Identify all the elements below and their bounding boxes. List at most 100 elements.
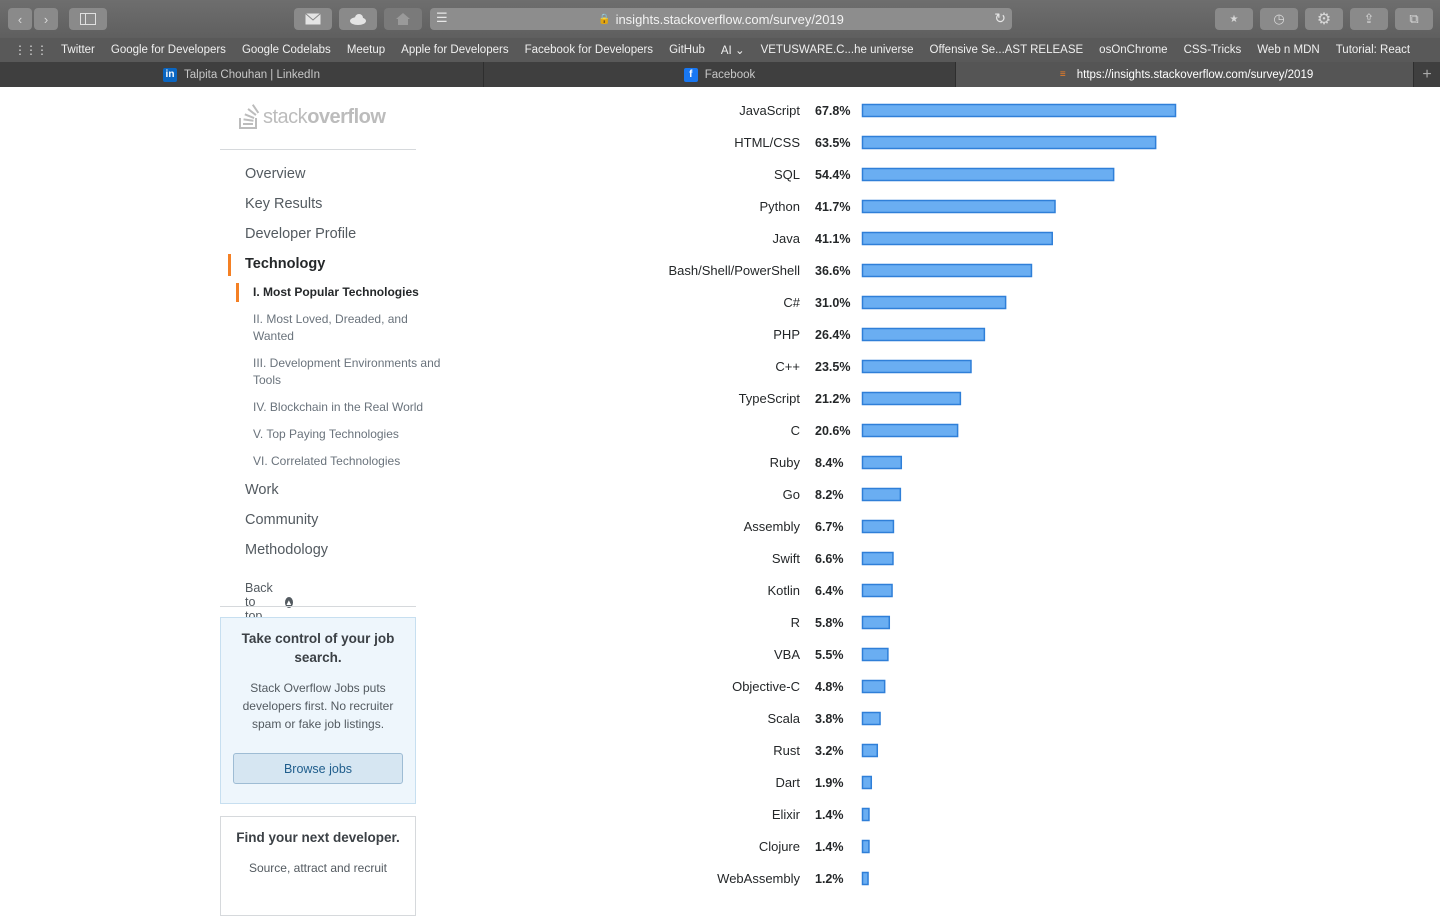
bar[interactable] xyxy=(861,263,1033,278)
nav-technology[interactable]: Technology xyxy=(245,256,325,272)
subnav-correlated[interactable]: VI. Correlated Technologies xyxy=(253,453,448,470)
url-text: insights.stackoverflow.com/survey/2019 xyxy=(615,11,844,27)
category-label: Elixir xyxy=(772,807,801,822)
bar[interactable] xyxy=(861,423,959,438)
bar[interactable] xyxy=(861,551,894,566)
bookmark-star-button[interactable]: ★ xyxy=(1215,8,1253,30)
bookmark-item[interactable]: Offensive Se...AST RELEASE xyxy=(930,44,1084,56)
reader-icon[interactable]: ☰ xyxy=(436,10,448,26)
bookmark-item[interactable]: Web n MDN xyxy=(1257,44,1319,56)
nav-community[interactable]: Community xyxy=(245,512,318,528)
bookmark-item[interactable]: Tutorial: React xyxy=(1336,44,1410,56)
bar[interactable] xyxy=(861,519,895,534)
bar[interactable] xyxy=(861,359,972,374)
subnav-dev-environments[interactable]: III. Development Environments and Tools xyxy=(253,355,448,389)
lock-icon: 🔒 xyxy=(598,13,611,25)
bar[interactable] xyxy=(861,487,902,502)
category-label: R xyxy=(791,615,800,630)
bookmark-item[interactable]: CSS-Tricks xyxy=(1184,44,1242,56)
category-label: Python xyxy=(760,199,800,214)
value-label: 23.5% xyxy=(815,360,850,374)
bookmark-item[interactable]: Google for Developers xyxy=(111,44,226,56)
value-label: 5.8% xyxy=(815,616,844,630)
stackoverflow-logo[interactable]: stackoverflow xyxy=(238,104,386,130)
history-button[interactable]: ◷ xyxy=(1260,8,1298,30)
bar[interactable] xyxy=(861,327,986,342)
nav-work[interactable]: Work xyxy=(245,482,279,498)
forward-button[interactable]: › xyxy=(34,8,58,30)
bookmark-item[interactable]: Twitter xyxy=(61,44,95,56)
bookmark-item[interactable]: VETUSWARE.C...he universe xyxy=(761,44,914,56)
new-tab-button[interactable]: + xyxy=(1414,62,1440,87)
category-label: Bash/Shell/PowerShell xyxy=(668,263,800,278)
bookmark-item[interactable]: Google Codelabs xyxy=(242,44,331,56)
promo-body: Source, attract and recruit xyxy=(248,861,388,875)
bar[interactable] xyxy=(861,103,1177,118)
value-label: 1.4% xyxy=(815,808,844,822)
gear-icon: ⚙ xyxy=(1316,11,1332,28)
reload-icon[interactable]: ↻ xyxy=(994,10,1006,27)
nav-overview[interactable]: Overview xyxy=(245,166,305,182)
bar[interactable] xyxy=(861,391,962,406)
tab-facebook[interactable]: f Facebook xyxy=(484,62,956,87)
apps-grid-icon[interactable]: ⋮⋮⋮ xyxy=(14,43,48,57)
value-label: 8.4% xyxy=(815,456,844,470)
share-icon: ⇪ xyxy=(1363,11,1375,26)
bar[interactable] xyxy=(861,167,1115,182)
value-label: 26.4% xyxy=(815,328,850,342)
bar[interactable] xyxy=(861,295,1007,310)
category-label: WebAssembly xyxy=(717,871,800,886)
bar[interactable] xyxy=(861,871,869,886)
bar[interactable] xyxy=(861,839,870,854)
sidebar-toggle-button[interactable] xyxy=(69,8,107,30)
chevron-left-icon: ‹ xyxy=(17,11,23,27)
cloud-icon xyxy=(350,13,366,25)
tab-stackoverflow[interactable]: ≡ https://insights.stackoverflow.com/sur… xyxy=(956,62,1414,87)
bar[interactable] xyxy=(861,583,893,598)
settings-button[interactable]: ⚙ xyxy=(1305,8,1343,30)
subnav-most-loved[interactable]: II. Most Loved, Dreaded, and Wanted xyxy=(253,311,448,345)
category-label: C# xyxy=(783,295,800,310)
bookmark-folder-ai[interactable]: AI ⌄ xyxy=(721,43,745,57)
subnav-top-paying[interactable]: V. Top Paying Technologies xyxy=(253,426,448,443)
home-button[interactable] xyxy=(384,8,422,30)
bar[interactable] xyxy=(861,743,879,758)
tab-linkedin[interactable]: in Talpita Chouhan | LinkedIn xyxy=(0,62,484,87)
active-sub-indicator xyxy=(236,283,239,302)
address-bar[interactable]: ☰ 🔒 insights.stackoverflow.com/survey/20… xyxy=(430,8,1012,30)
browse-jobs-button[interactable]: Browse jobs xyxy=(233,753,403,784)
bookmark-item[interactable]: osOnChrome xyxy=(1099,44,1167,56)
bookmark-item[interactable]: Meetup xyxy=(347,44,385,56)
category-label: Kotlin xyxy=(767,583,800,598)
bookmark-item[interactable]: Facebook for Developers xyxy=(525,44,653,56)
nav-methodology[interactable]: Methodology xyxy=(245,542,328,558)
bar[interactable] xyxy=(861,615,891,630)
icloud-button[interactable] xyxy=(339,8,377,30)
bar[interactable] xyxy=(861,679,886,694)
bar[interactable] xyxy=(861,807,870,822)
bar[interactable] xyxy=(861,199,1056,214)
bookmarks-bar: ⋮⋮⋮ Twitter Google for Developers Google… xyxy=(0,38,1440,62)
bookmark-item[interactable]: Apple for Developers xyxy=(401,44,508,56)
back-button[interactable]: ‹ xyxy=(8,8,32,30)
bar[interactable] xyxy=(861,647,889,662)
nav-developer-profile[interactable]: Developer Profile xyxy=(245,226,356,242)
bar[interactable] xyxy=(861,231,1053,246)
subnav-most-popular[interactable]: I. Most Popular Technologies xyxy=(253,284,448,301)
bar[interactable] xyxy=(861,711,881,726)
tabs-overview-button[interactable]: ⧉ xyxy=(1395,8,1433,30)
value-label: 67.8% xyxy=(815,104,850,118)
bar[interactable] xyxy=(861,455,903,470)
bar[interactable] xyxy=(861,135,1157,150)
value-label: 41.1% xyxy=(815,232,850,246)
bar[interactable] xyxy=(861,775,873,790)
mail-button[interactable] xyxy=(294,8,332,30)
category-label: Objective-C xyxy=(732,679,800,694)
share-button[interactable]: ⇪ xyxy=(1350,8,1388,30)
envelope-icon xyxy=(305,13,321,25)
bookmark-item[interactable]: GitHub xyxy=(669,44,705,56)
value-label: 5.5% xyxy=(815,648,844,662)
subnav-blockchain[interactable]: IV. Blockchain in the Real World xyxy=(253,399,448,416)
value-label: 3.2% xyxy=(815,744,844,758)
nav-key-results[interactable]: Key Results xyxy=(245,196,322,212)
